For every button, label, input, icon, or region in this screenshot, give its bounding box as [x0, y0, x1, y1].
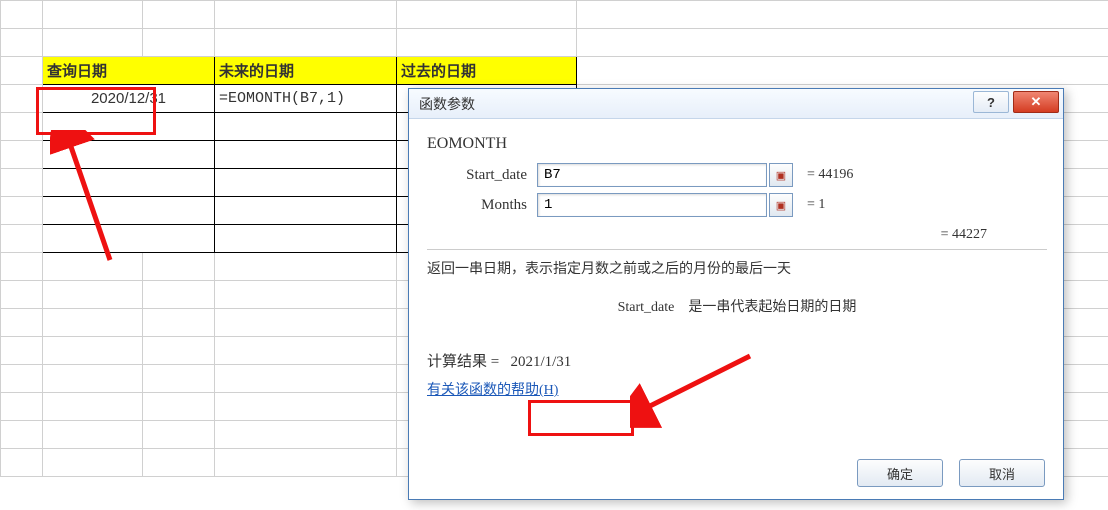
- formula-intermediate-result: = 44227: [427, 227, 1047, 243]
- close-button[interactable]: ✕: [1013, 91, 1059, 113]
- cancel-button[interactable]: 取消: [959, 459, 1045, 487]
- calc-result: 计算结果 = 2021/1/31: [427, 350, 1047, 371]
- arg-row-start-date: Start_date ▣ = 44196: [427, 163, 1047, 187]
- header-query-date: 查询日期: [43, 57, 215, 85]
- function-arguments-dialog[interactable]: 函数参数 ? ✕ EOMONTH Start_date ▣ = 44196 Mo…: [408, 88, 1064, 500]
- result-label: 计算结果 =: [427, 354, 499, 370]
- header-row: 查询日期 未来的日期 过去的日期: [1, 57, 1108, 85]
- dialog-title: 函数参数: [419, 94, 973, 114]
- result-value: 2021/1/31: [510, 354, 571, 370]
- range-picker-icon[interactable]: ▣: [769, 163, 793, 187]
- help-button[interactable]: ?: [973, 91, 1009, 113]
- cell-formula[interactable]: =EOMONTH(B7,1): [215, 85, 397, 113]
- arg-input-months[interactable]: [537, 193, 767, 217]
- help-link[interactable]: 有关该函数的帮助(H): [427, 383, 558, 398]
- separator: [427, 249, 1047, 250]
- arg-label-months: Months: [427, 197, 537, 214]
- arg-desc-text: 是一串代表起始日期的日期: [688, 300, 856, 315]
- arg-result-start-date: = 44196: [807, 167, 853, 183]
- function-name: EOMONTH: [427, 135, 1047, 153]
- header-past-date: 过去的日期: [397, 57, 577, 85]
- arg-desc-label: Start_date: [618, 300, 675, 315]
- function-description: 返回一串日期，表示指定月数之前或之后的月份的最后一天: [427, 258, 1047, 278]
- arg-label-start-date: Start_date: [427, 167, 537, 184]
- cell-query-date[interactable]: 2020/12/31: [43, 85, 215, 113]
- argument-description: Start_date 是一串代表起始日期的日期: [427, 296, 1047, 316]
- ok-button[interactable]: 确定: [857, 459, 943, 487]
- arg-input-start-date[interactable]: [537, 163, 767, 187]
- arg-result-months: = 1: [807, 197, 825, 213]
- dialog-titlebar[interactable]: 函数参数 ? ✕: [409, 89, 1063, 119]
- arg-row-months: Months ▣ = 1: [427, 193, 1047, 217]
- header-future-date: 未来的日期: [215, 57, 397, 85]
- range-picker-icon[interactable]: ▣: [769, 193, 793, 217]
